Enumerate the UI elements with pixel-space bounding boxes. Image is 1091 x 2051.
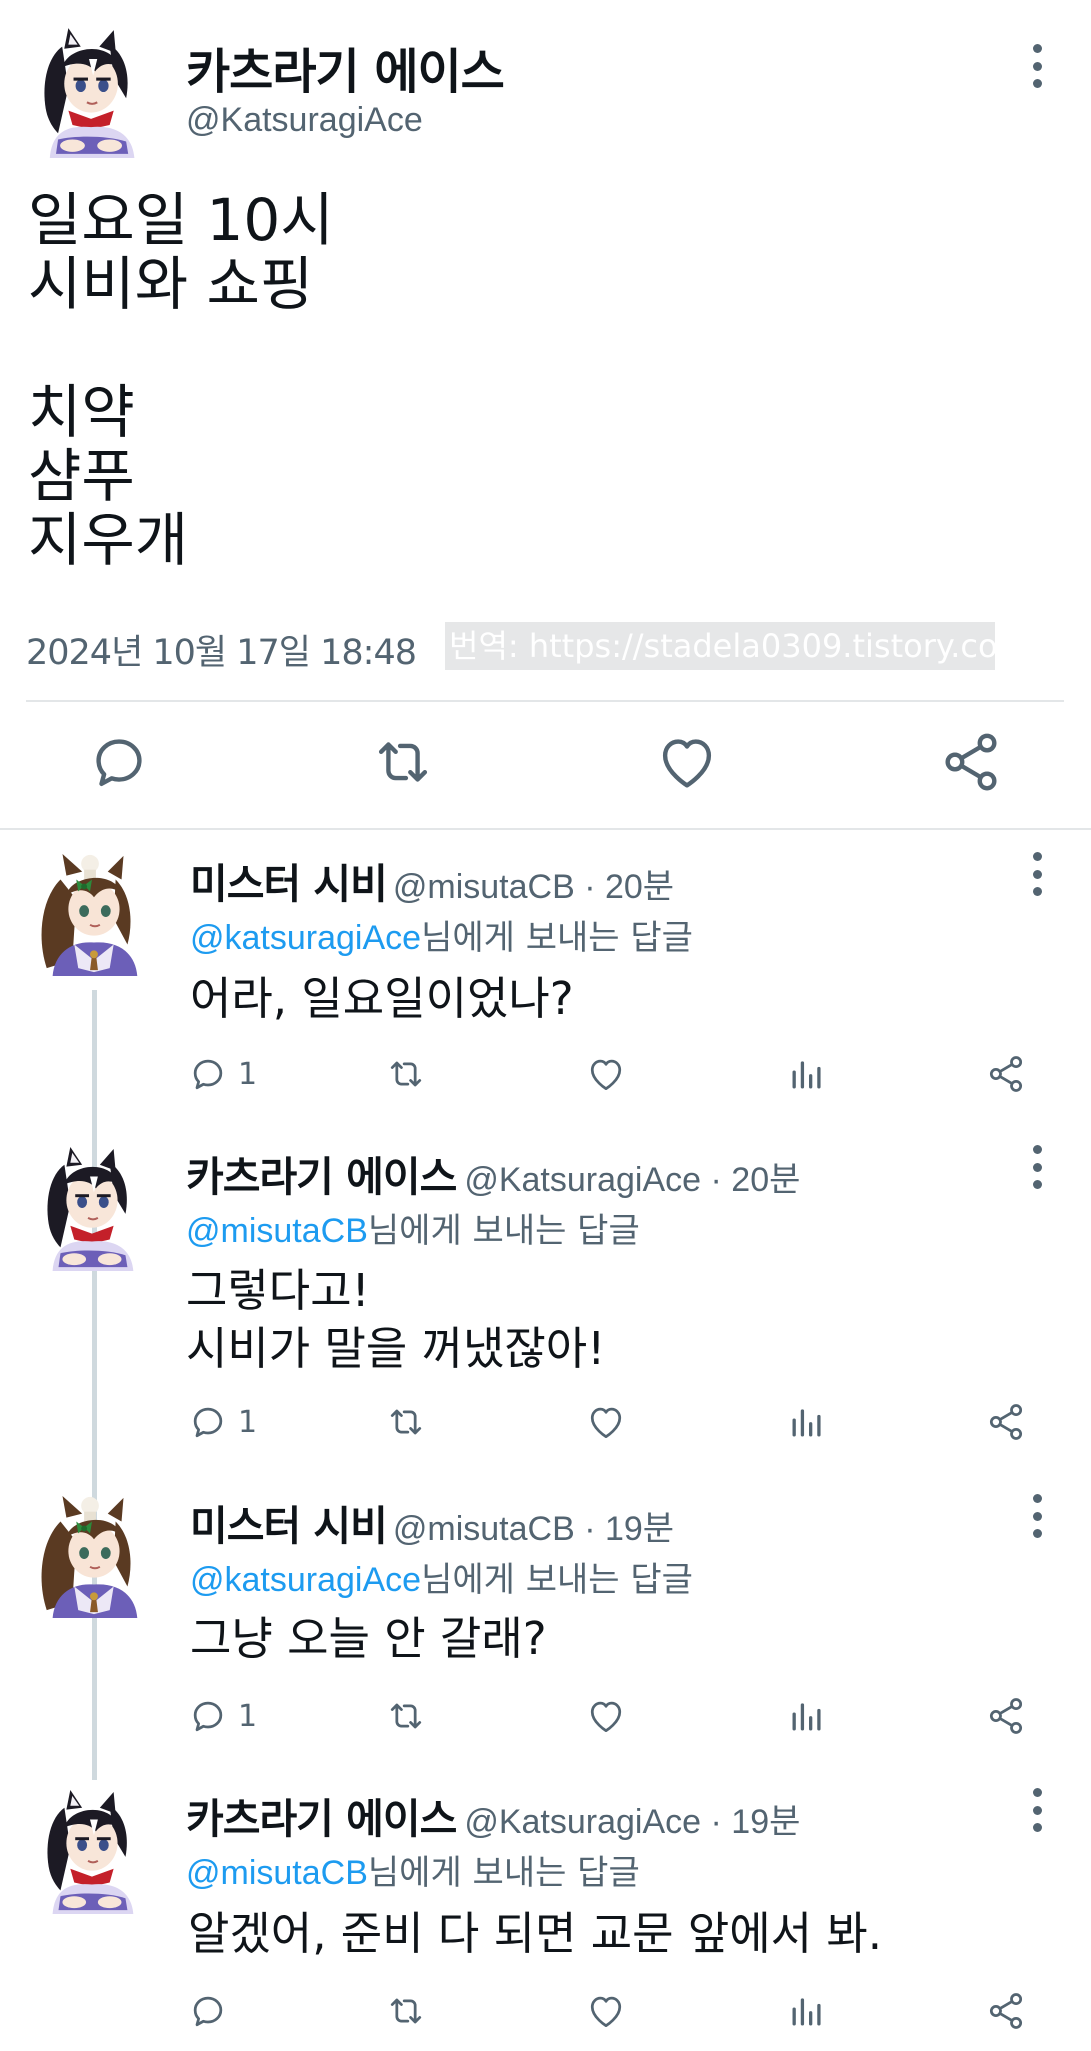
share-icon[interactable] [984, 1989, 1028, 2033]
reply-icon[interactable] [186, 1694, 230, 1738]
reply-to-mention[interactable]: @misutaCB [186, 1854, 368, 1892]
reply-text: 알겠어, 준비 다 되면 교문 앞에서 봐. [188, 1905, 882, 1963]
reply-handle-time[interactable]: @KatsuragiAce · 20분 [464, 1152, 800, 1201]
author-display-name[interactable]: 카츠라기 에이스 [186, 32, 505, 102]
reply-handle-time[interactable]: @misutaCB · 19분 [393, 1501, 674, 1550]
reply-text: 그렇다고! 시비가 말을 꺼냈잖아! [186, 1262, 605, 1378]
avatar[interactable] [30, 850, 154, 976]
translation-watermark: 번역: https://stadela0309.tistory.com [445, 622, 995, 670]
retweet-icon[interactable] [384, 1052, 428, 1096]
retweet-icon[interactable] [384, 1694, 428, 1738]
reply-icon[interactable] [186, 1400, 230, 1444]
replying-to: @misutaCB님에게 보내는 답글 [186, 1203, 640, 1252]
reply-display-name[interactable]: 미스터 시비 [190, 1492, 388, 1552]
like-icon[interactable] [584, 1694, 628, 1738]
reply-to-mention[interactable]: @katsuragiAce [190, 919, 421, 957]
reply-text-line: 그냥 오늘 안 갈래? [190, 1612, 547, 1665]
replying-to: @katsuragiAce님에게 보내는 답글 [190, 910, 693, 959]
reply-count: 1 [238, 1699, 258, 1734]
reply-count: 1 [238, 1057, 258, 1092]
views-icon[interactable] [785, 1694, 829, 1738]
tweet-body-line: 일요일 10시 [28, 186, 334, 254]
reply-display-name[interactable]: 미스터 시비 [190, 850, 388, 910]
tweet-body-line: 샴푸 [28, 442, 135, 510]
views-icon[interactable] [785, 1989, 829, 2033]
reply-handle-time[interactable]: @KatsuragiAce · 19분 [464, 1794, 800, 1843]
more-options-icon[interactable] [1027, 1494, 1047, 1538]
like-icon[interactable] [652, 727, 722, 797]
thread-connector [92, 990, 97, 1780]
retweet-icon[interactable] [368, 727, 438, 797]
reply-header: 미스터 시비 @misutaCB · 20분 [190, 850, 674, 910]
reply-text-line: 어라, 일요일이었나? [190, 972, 574, 1025]
avatar[interactable] [28, 1145, 152, 1271]
tweet-timestamp[interactable]: 2024년 10월 17일 18:48 [26, 624, 417, 675]
reply-text: 어라, 일요일이었나? [190, 970, 574, 1028]
reply-to-suffix: 님에게 보내는 답글 [367, 1853, 640, 1893]
divider [26, 700, 1064, 702]
replying-to: @katsuragiAce님에게 보내는 답글 [190, 1552, 693, 1601]
views-icon[interactable] [785, 1052, 829, 1096]
reply-icon[interactable] [186, 1989, 230, 2033]
like-icon[interactable] [584, 1400, 628, 1444]
reply-count: 1 [238, 1405, 258, 1440]
more-options-icon[interactable] [1027, 1145, 1047, 1189]
reply-header: 미스터 시비 @misutaCB · 19분 [190, 1492, 674, 1552]
tweet-body-line [28, 316, 334, 380]
share-icon[interactable] [936, 727, 1006, 797]
tweet-body: 일요일 10시 시비와 쇼핑 치약 샴푸 지우개 [28, 188, 334, 572]
share-icon[interactable] [984, 1052, 1028, 1096]
reply-to-suffix: 님에게 보내는 답글 [421, 1560, 693, 1600]
reply-to-mention[interactable]: @misutaCB [186, 1212, 368, 1250]
like-icon[interactable] [584, 1989, 628, 2033]
reply-text-line: 시비가 말을 꺼냈잖아! [186, 1322, 606, 1375]
more-options-icon[interactable] [1027, 852, 1047, 896]
avatar[interactable] [26, 26, 152, 158]
reply-display-name[interactable]: 카츠라기 에이스 [186, 1785, 457, 1845]
reply-text-line: 그렇다고! [186, 1264, 370, 1317]
retweet-icon[interactable] [384, 1400, 428, 1444]
retweet-icon[interactable] [384, 1989, 428, 2033]
share-icon[interactable] [984, 1400, 1028, 1444]
avatar[interactable] [28, 1788, 152, 1914]
more-options-icon[interactable] [1027, 1788, 1047, 1832]
tweet-body-line: 시비와 쇼핑 [28, 250, 314, 318]
replying-to: @misutaCB님에게 보내는 답글 [186, 1845, 640, 1894]
avatar[interactable] [30, 1492, 154, 1618]
views-icon[interactable] [785, 1400, 829, 1444]
share-icon[interactable] [984, 1694, 1028, 1738]
reply-handle-time[interactable]: @misutaCB · 20분 [393, 859, 674, 908]
divider [0, 828, 1091, 830]
reply-display-name[interactable]: 카츠라기 에이스 [186, 1143, 457, 1203]
reply-to-suffix: 님에게 보내는 답글 [421, 918, 693, 958]
reply-text: 그냥 오늘 안 갈래? [190, 1610, 547, 1668]
reply-icon[interactable] [84, 727, 154, 797]
reply-header: 카츠라기 에이스 @KatsuragiAce · 20분 [186, 1143, 800, 1203]
author-handle[interactable]: @KatsuragiAce [186, 101, 423, 140]
reply-icon[interactable] [186, 1052, 230, 1096]
reply-header: 카츠라기 에이스 @KatsuragiAce · 19분 [186, 1785, 800, 1845]
reply-text-line: 알겠어, 준비 다 되면 교문 앞에서 봐. [188, 1907, 883, 1960]
reply-to-suffix: 님에게 보내는 답글 [367, 1211, 640, 1251]
more-options-icon[interactable] [1027, 44, 1047, 88]
like-icon[interactable] [584, 1052, 628, 1096]
reply-to-mention[interactable]: @katsuragiAce [190, 1561, 421, 1599]
tweet-body-line: 지우개 [28, 506, 189, 574]
tweet-body-line: 치약 [28, 378, 135, 446]
